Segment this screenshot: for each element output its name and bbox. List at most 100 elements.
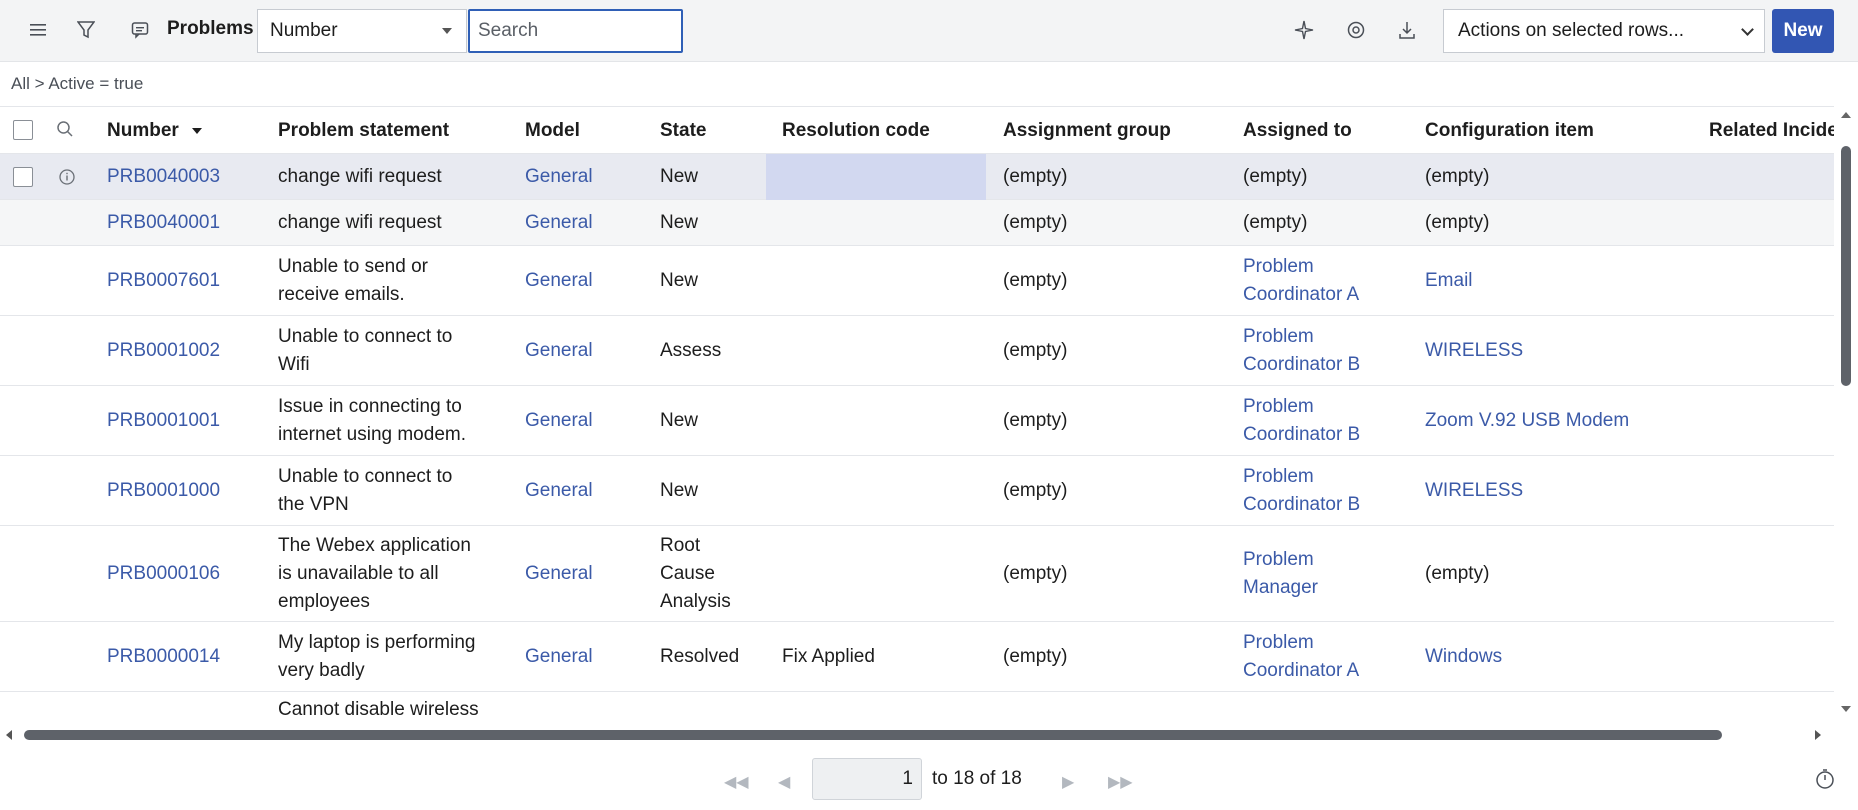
table-row[interactable]: PRB0007601 Unable to send or receive email… [0,246,1834,316]
assigned-to[interactable]: Problem Coordinator B [1243,323,1360,379]
table-row[interactable]: Cannot disable wireless [0,692,1834,718]
problem-statement: Unable to send or receive emails. [278,253,428,309]
info-icon[interactable] [58,168,76,192]
table-row[interactable]: PRB0000014 My laptop is performing very ba… [0,622,1834,692]
problem-statement-line: employees [278,591,370,612]
select-all-checkbox[interactable] [13,120,33,140]
scroll-up-icon[interactable] [1841,112,1851,118]
assigned-to[interactable]: Problem Coordinator A [1243,253,1359,309]
table-row[interactable]: PRB0001001 Issue in connecting to internet… [0,386,1834,456]
assigned-to[interactable]: Problem Coordinator B [1243,463,1360,519]
problem-statement-line: Unable to connect to [278,326,453,347]
scroll-left-icon[interactable] [6,730,12,740]
assigned-to-line: Problem [1243,632,1314,653]
model-link[interactable]: General [525,643,593,671]
horizontal-scrollbar[interactable] [0,728,1858,742]
configuration-item[interactable]: WIRELESS [1425,337,1523,365]
table-row[interactable]: PRB0000106 The Webex application is unavai… [0,526,1834,622]
model-link[interactable]: General [525,337,593,365]
assigned-to-line: Problem [1243,256,1314,277]
problem-number-link[interactable]: PRB0000106 [107,560,220,588]
column-header-group[interactable]: Assignment group [1003,120,1171,142]
state-value-line: Resolved [660,646,740,667]
model-link[interactable]: General [525,407,593,435]
sparkle-icon[interactable] [1288,14,1320,46]
problem-statement: change wifi request [278,209,442,237]
search-field-select[interactable]: Number [257,9,467,53]
model-link[interactable]: General [525,477,593,505]
horizontal-scroll-thumb[interactable] [24,730,1722,740]
table-row[interactable]: PRB0001000 Unable to connect to the VPN Gen… [0,456,1834,526]
download-icon[interactable] [1391,14,1423,46]
column-header-ci[interactable]: Configuration item [1425,120,1594,142]
scroll-right-icon[interactable] [1815,730,1821,740]
actions-on-selected-select[interactable]: Actions on selected rows... [1443,9,1765,53]
assigned-to-line: Problem [1243,326,1314,347]
filter-icon[interactable] [70,14,102,46]
row-checkbox[interactable] [13,167,33,187]
column-header-state[interactable]: State [660,120,706,142]
table-row[interactable]: PRB0040003 change wifi request General New (… [0,154,1834,200]
state-value-line: New [660,270,699,291]
gear-icon[interactable] [1340,14,1372,46]
page-number-input[interactable] [812,758,922,800]
model-link[interactable]: General [525,560,593,588]
assignment-group: (empty) [1003,212,1068,233]
new-button[interactable]: New [1772,9,1834,53]
search-column-icon[interactable] [56,120,74,144]
column-header-assigned[interactable]: Assigned to [1243,120,1352,142]
first-page-icon[interactable]: ◀◀ [724,772,749,792]
previous-page-icon[interactable]: ◀ [778,772,790,792]
scroll-down-icon[interactable] [1841,706,1851,712]
menu-icon[interactable] [22,14,54,46]
state-value: New [660,267,698,295]
vertical-scroll-thumb[interactable] [1841,146,1851,386]
response-time-icon[interactable] [1814,768,1836,790]
problem-statement-line: Issue in connecting to [278,396,462,417]
resolution-code: Fix Applied [782,646,875,667]
assignment-group: (empty) [1003,410,1068,431]
model-link[interactable]: General [525,267,593,295]
assigned-to[interactable]: Problem Coordinator B [1243,393,1360,449]
chat-icon[interactable] [124,14,156,46]
table-row[interactable]: PRB0001002 Unable to connect to Wifi Genera… [0,316,1834,386]
state-value-line: New [660,166,699,187]
problem-number-link[interactable]: PRB0001000 [107,477,220,505]
configuration-item: (empty) [1425,563,1490,584]
assigned-to[interactable]: Problem Coordinator A [1243,629,1359,685]
problem-number-link[interactable]: PRB0007601 [107,267,220,295]
search-input[interactable] [468,9,683,53]
problem-statement-line: receive emails. [278,284,405,305]
column-header-resolution[interactable]: Resolution code [782,120,930,142]
configuration-item[interactable]: WIRELESS [1425,477,1523,505]
column-header-related[interactable]: Related Incide [1709,120,1834,142]
vertical-scrollbar[interactable] [1834,106,1858,718]
assigned-to-line: Problem [1243,466,1314,487]
problem-statement-line: My laptop is performing [278,632,476,653]
state-value: New [660,477,698,505]
last-page-icon[interactable]: ▶▶ [1108,772,1133,792]
column-header-statement[interactable]: Problem statement [278,120,449,142]
configuration-item[interactable]: Zoom V.92 USB Modem [1425,407,1629,435]
problem-number-link[interactable]: PRB0000014 [107,643,220,671]
assigned-to[interactable]: Problem Manager [1243,546,1318,602]
assigned-to: (empty) [1243,163,1307,191]
resolution-code-cell[interactable] [766,154,986,200]
configuration-item[interactable]: Windows [1425,643,1502,671]
problem-number-link[interactable]: PRB0040001 [107,209,220,237]
assigned-to-line: Coordinator A [1243,284,1360,305]
table-row[interactable]: PRB0040001 change wifi request General New (… [0,200,1834,246]
column-header-number[interactable]: Number [107,120,203,142]
column-header-model[interactable]: Model [525,120,580,142]
model-link[interactable]: General [525,163,593,191]
problems-table: Number Problem statement Model State Res… [0,106,1834,718]
next-page-icon[interactable]: ▶ [1062,772,1074,792]
problem-number-link[interactable]: PRB0001001 [107,407,220,435]
problem-number-link[interactable]: PRB0040003 [107,163,220,191]
list-header: Problems Number Actions on selected rows… [0,0,1858,62]
assigned-to-line: Coordinator A [1243,660,1360,681]
problem-number-link[interactable]: PRB0001002 [107,337,220,365]
model-link[interactable]: General [525,209,593,237]
breadcrumb[interactable]: All > Active = true [11,74,143,94]
configuration-item[interactable]: Email [1425,267,1473,295]
